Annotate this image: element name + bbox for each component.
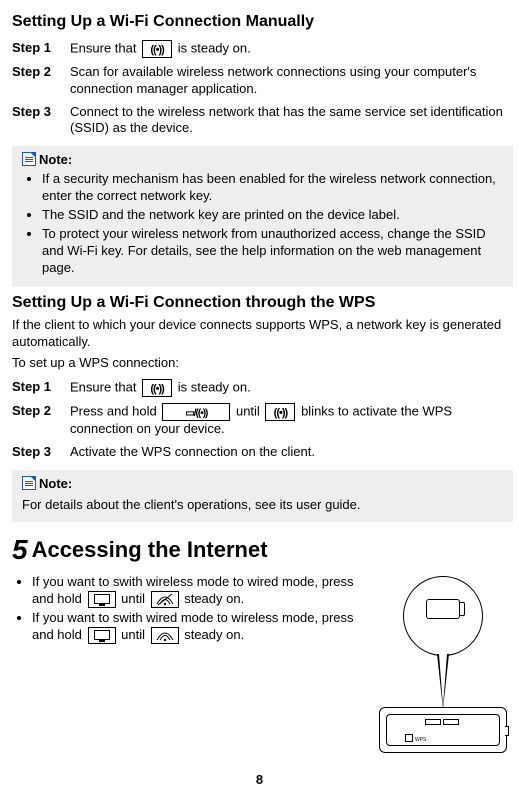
wps-step1-body: Ensure that ((•)) is steady on. [70,376,513,400]
wps-step3-body: Activate the WPS connection on the clien… [70,441,513,464]
page-number: 8 [0,772,519,789]
zoom-circle [403,576,483,656]
steps-wps: Step 1 Ensure that ((•)) is steady on. S… [12,376,513,464]
wps-step2-a: Press and hold [70,404,160,419]
wps-step1-a: Ensure that [70,380,140,395]
note1-bullet-1: If a security mechanism has been enabled… [42,171,503,205]
note1-bullet-2: The SSID and the network key are printed… [42,207,503,224]
note-2: Note: For details about the client's ope… [12,470,513,522]
section-title: Accessing the Internet [32,537,268,562]
note1-bullet-3: To protect your wireless network from un… [42,226,503,277]
note-icon [22,152,36,166]
step3-body: Connect to the wireless network that has… [70,101,513,141]
mode-toggle-icon: ▭/((•)) [162,403,230,421]
device-button-icon [426,599,460,619]
note-icon [22,476,36,490]
heading-manual-wifi: Setting Up a Wi-Fi Connection Manually [12,12,513,33]
note1-head: Note: [22,152,503,169]
step1-text-b: is steady on. [178,40,251,55]
device-wps-label: WPS [415,737,426,744]
wifi-icon: ((•)) [142,40,172,58]
wifi-icon: ((•)) [142,379,172,397]
note2-head: Note: [22,476,503,493]
step1-text-a: Ensure that [70,40,140,55]
step1-label: Step 1 [12,37,70,61]
note-1: Note: If a security mechanism has been e… [12,146,513,286]
access-bullet-2: If you want to swith wired mode to wirel… [32,610,367,644]
wps-step2-body: Press and hold ▭/((•)) until ((•)) blink… [70,400,513,441]
wps-step2-label: Step 2 [12,400,70,441]
wps-step2-b: until [236,404,263,419]
access-bullets: If you want to swith wireless mode to wi… [12,574,367,644]
wps-intro: If the client to which your device conne… [12,317,513,351]
device-outline: WPS [379,707,507,753]
access-bullet-1: If you want to swith wireless mode to wi… [32,574,367,608]
step2-body: Scan for available wireless network conn… [70,61,513,101]
wireless-slash-icon [151,591,179,608]
wps-step1-b: is steady on. [178,380,251,395]
wps-setup-label: To set up a WPS connection: [12,355,513,372]
step2-label: Step 2 [12,61,70,101]
heading-wps: Setting Up a Wi-Fi Connection through th… [12,293,513,314]
wireless-icon [151,627,179,644]
note2-body: For details about the client's operation… [22,497,503,514]
wired-icon [88,627,116,644]
callout-pointer [437,654,449,709]
wps-step3-label: Step 3 [12,441,70,464]
step3-label: Step 3 [12,101,70,141]
steps-manual: Step 1 Ensure that ((•)) is steady on. S… [12,37,513,141]
wps-step1-label: Step 1 [12,376,70,400]
wired-icon [88,591,116,608]
section-number: 5 [12,534,28,565]
section-5-heading: 5Accessing the Internet [12,532,513,568]
device-illustration: WPS [379,572,507,753]
step1-body: Ensure that ((•)) is steady on. [70,37,513,61]
wifi-icon: ((•)) [265,403,295,421]
